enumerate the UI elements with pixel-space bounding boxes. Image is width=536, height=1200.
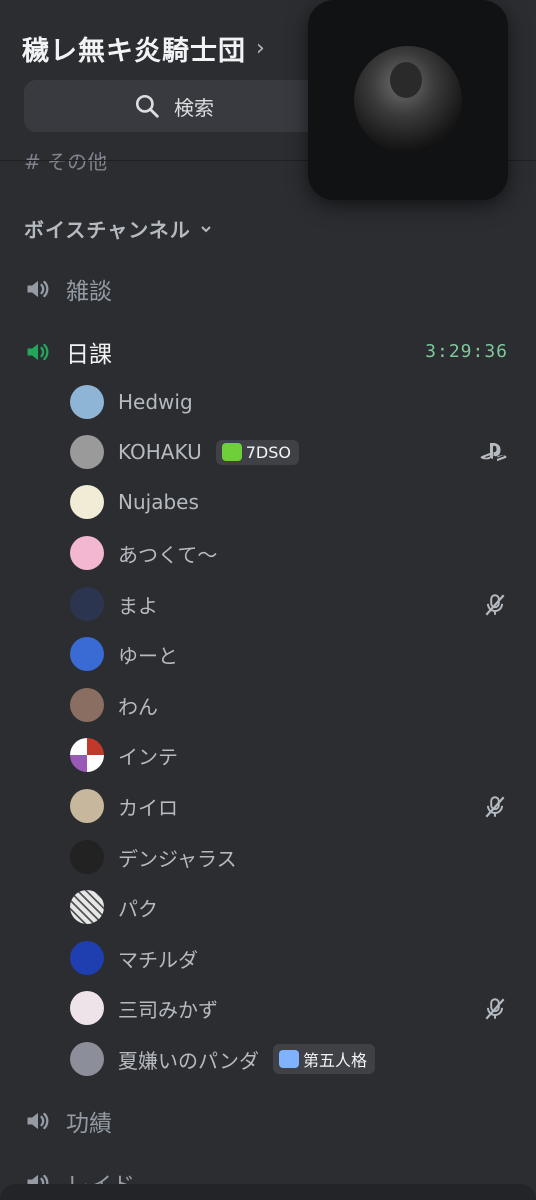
avatar [70,738,104,772]
voice-member[interactable]: カイロ [70,786,178,826]
voice-member[interactable]: Nujabes [70,482,199,522]
avatar [70,637,104,671]
avatar [70,587,104,621]
member-name: デンジャラス [118,846,237,871]
voice-member[interactable]: パク [70,887,158,927]
member-name: わん [118,694,158,719]
activity-badge-label: 第五人格 [303,1051,368,1070]
voice-member[interactable]: あつくて〜 [70,533,217,573]
voice-member[interactable]: 三司みかず [70,988,218,1028]
chevron-down-icon [201,225,211,232]
avatar [70,890,104,924]
avatar [70,385,104,419]
channel-name: 日課 [66,342,112,368]
member-name: 夏嫌いのパンダ [118,1048,259,1073]
avatar [70,688,104,722]
voice-category[interactable]: ボイスチャンネル [24,214,213,243]
playstation-icon [480,443,507,462]
member-name: マチルダ [118,947,198,972]
channel-name: 雑談 [66,279,112,305]
avatar [70,435,104,469]
butterfly-icon [279,1050,299,1068]
avatar [70,485,104,519]
search-icon [135,94,159,118]
member-name: あつくて〜 [118,542,218,567]
activity-badge: 第五人格 [273,1044,376,1074]
voice-channel-koseki[interactable]: 功績 [24,1104,112,1138]
server-name: 穢レ無キ炎騎士団 [22,35,246,67]
avatar [70,991,104,1025]
speaker-icon [27,1112,49,1130]
voice-member[interactable]: 夏嫌いのパンダ 第五人格 [70,1039,376,1079]
member-name: インテ [118,744,178,769]
voice-member[interactable]: デンジャラス [70,837,237,877]
chevron-right-icon: › [256,35,265,61]
voice-channel-nikka[interactable]: 日課 [24,335,112,369]
voice-timer: 3:29:36 [425,341,508,362]
voice-channel-zatsudan[interactable]: 雑談 [24,272,112,306]
speaker-active-icon [27,343,49,361]
category-clipped-label: その他 [47,150,108,174]
voice-category-label: ボイスチャンネル [24,218,191,242]
avatar [70,840,104,874]
member-name: まよ [118,593,158,618]
voice-member[interactable]: KOHAKU 7DSO [70,432,299,472]
bottom-panel-edge [0,1184,536,1200]
mic-muted-icon [485,998,505,1020]
member-name: Nujabes [118,490,199,514]
hash-icon: # [24,150,41,174]
server-icon-image [354,46,462,154]
member-name: パク [118,896,158,921]
member-name: ゆーと [118,643,178,668]
avatar [70,536,104,570]
activity-badge-label: 7DSO [245,442,291,462]
server-header[interactable]: 穢レ無キ炎騎士団 › [22,26,265,70]
avatar [70,789,104,823]
leaf-icon [221,443,242,461]
member-name: カイロ [118,795,178,820]
voice-member[interactable]: ゆーと [70,634,178,674]
voice-member[interactable]: まよ [70,584,158,624]
mic-muted-icon [485,594,505,616]
member-name: KOHAKU [118,440,202,464]
channel-name: 功績 [66,1111,112,1137]
activity-badge: 7DSO [215,439,299,465]
voice-member[interactable]: Hedwig [70,382,193,422]
search-button[interactable]: 検索 [24,80,324,132]
search-label: 検索 [174,95,214,120]
server-icon-card[interactable] [308,0,508,200]
avatar [70,1042,104,1076]
voice-member[interactable]: マチルダ [70,938,198,978]
avatar [70,941,104,975]
voice-member[interactable]: インテ [70,735,178,775]
voice-member[interactable]: わん [70,685,158,725]
member-name: 三司みかず [118,997,218,1022]
member-name: Hedwig [118,390,193,414]
speaker-icon [27,280,49,298]
mic-muted-icon [485,796,505,818]
